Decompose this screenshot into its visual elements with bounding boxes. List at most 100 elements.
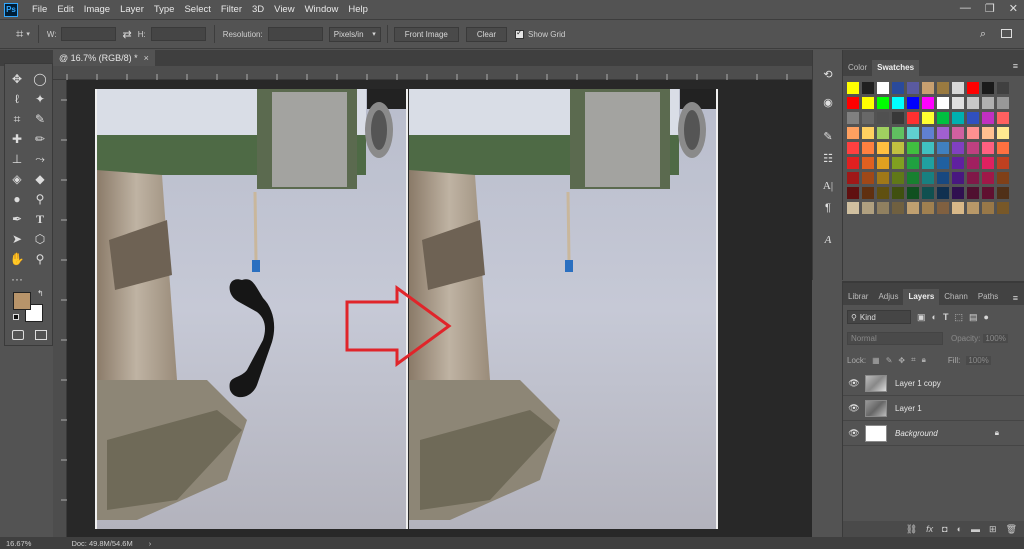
color-swatch[interactable] (982, 82, 994, 94)
eraser-tool-icon[interactable]: ◈ (8, 170, 26, 188)
color-swatch[interactable] (862, 82, 874, 94)
color-swatch[interactable] (862, 97, 874, 109)
menu-window[interactable]: Window (305, 4, 339, 15)
pen-tool-icon[interactable]: ✒ (8, 210, 26, 228)
workspace-icon[interactable] (1001, 29, 1012, 38)
adjustment-layer-icon[interactable]: ◐ (957, 524, 962, 534)
paint-bucket-tool-icon[interactable]: ◆ (31, 170, 49, 188)
color-swatch[interactable] (877, 97, 889, 109)
color-swatch[interactable] (967, 97, 979, 109)
filter-kind-select[interactable]: ⚲ Kind (847, 310, 911, 324)
filter-adjustment-icon[interactable]: ◐ (932, 312, 937, 322)
color-swatch[interactable] (907, 172, 919, 184)
color-swatch[interactable] (907, 202, 919, 214)
more-tools-icon[interactable]: ··· (8, 270, 26, 288)
color-swatch[interactable] (967, 127, 979, 139)
marquee-tool-icon[interactable]: ◯ (31, 70, 49, 88)
filter-toggle-icon[interactable]: ● (983, 312, 988, 322)
fill-value[interactable]: 100% (966, 355, 991, 365)
layers-panel-menu-icon[interactable]: ≡ (1013, 293, 1018, 303)
add-mask-icon[interactable]: ◘ (942, 524, 947, 534)
color-swatch[interactable] (982, 127, 994, 139)
units-select[interactable]: Pixels/in ▾ (328, 26, 381, 42)
color-swatch[interactable] (922, 187, 934, 199)
color-swatch[interactable] (907, 157, 919, 169)
blend-mode-select[interactable]: Normal (847, 331, 943, 345)
tab-color[interactable]: Color (843, 60, 872, 76)
color-swatch[interactable] (847, 187, 859, 199)
zoom-tool-icon[interactable]: ⚲ (31, 250, 49, 268)
search-icon[interactable]: ⌕ (980, 28, 986, 41)
color-swatch[interactable] (922, 97, 934, 109)
color-swatch[interactable] (892, 172, 904, 184)
color-swatch[interactable] (847, 202, 859, 214)
color-swatch[interactable] (982, 202, 994, 214)
menu-filter[interactable]: Filter (221, 4, 242, 15)
color-swatch[interactable] (937, 127, 949, 139)
color-swatch[interactable] (892, 157, 904, 169)
color-swatch[interactable] (952, 112, 964, 124)
filter-smart-object-icon[interactable]: ▤ (969, 312, 978, 323)
color-swatch[interactable] (922, 82, 934, 94)
color-swatch[interactable] (907, 82, 919, 94)
color-swatch[interactable] (937, 157, 949, 169)
menu-image[interactable]: Image (84, 4, 110, 15)
color-swatch[interactable] (847, 82, 859, 94)
color-swatch[interactable] (952, 202, 964, 214)
color-swatch[interactable] (967, 82, 979, 94)
color-swatch[interactable] (937, 172, 949, 184)
tab-paths[interactable]: Paths (973, 289, 1003, 305)
color-swatch[interactable] (907, 187, 919, 199)
swap-dimensions-icon[interactable]: ⇄ (122, 28, 131, 41)
tab-swatches[interactable]: Swatches (872, 60, 920, 76)
foreground-color-swatch[interactable] (13, 292, 31, 310)
color-swatch[interactable] (982, 112, 994, 124)
panel-menu-icon[interactable]: ≡ (1013, 61, 1018, 71)
color-swatch[interactable] (862, 127, 874, 139)
color-swatch[interactable] (922, 112, 934, 124)
color-swatch[interactable] (922, 157, 934, 169)
color-swatch[interactable] (997, 112, 1009, 124)
color-swatch[interactable] (877, 112, 889, 124)
color-swatch[interactable] (982, 142, 994, 154)
move-tool-icon[interactable]: ✥ (8, 70, 26, 88)
eye-icon[interactable]: 👁︎ (843, 403, 865, 414)
color-swatch[interactable] (892, 202, 904, 214)
crop-tool-icon[interactable]: ⌗ (8, 110, 26, 128)
color-swatch[interactable] (997, 202, 1009, 214)
color-swatch[interactable] (952, 172, 964, 184)
color-swatch[interactable] (952, 97, 964, 109)
eye-icon[interactable]: 👁︎ (843, 428, 865, 439)
color-swatch[interactable] (982, 172, 994, 184)
color-swatch[interactable] (937, 202, 949, 214)
brush-tool-icon[interactable]: ✏ (31, 130, 49, 148)
front-image-button[interactable]: Front Image (393, 26, 459, 42)
color-swatch[interactable] (877, 82, 889, 94)
filter-pixel-icon[interactable]: ▣ (917, 312, 926, 323)
color-swatch[interactable] (952, 157, 964, 169)
color-swatch[interactable] (997, 82, 1009, 94)
color-swatch[interactable] (937, 187, 949, 199)
color-swatch[interactable] (937, 142, 949, 154)
color-swatch[interactable] (907, 142, 919, 154)
lasso-tool-icon[interactable]: ℓ (8, 90, 26, 108)
layer-row[interactable]: 👁︎ Background 🔒︎ (843, 421, 1024, 446)
paragraph-panel-icon[interactable]: ¶ (820, 200, 836, 216)
tab-adjustments[interactable]: Adjus (873, 289, 903, 305)
color-swatch[interactable] (967, 187, 979, 199)
color-swatch[interactable] (967, 202, 979, 214)
color-swatch[interactable] (967, 172, 979, 184)
menu-3d[interactable]: 3D (252, 4, 264, 15)
color-swatch[interactable] (862, 142, 874, 154)
ruler-vertical[interactable] (53, 80, 67, 537)
status-chevron-icon[interactable]: › (149, 539, 152, 548)
ruler-horizontal[interactable] (53, 66, 812, 80)
eyedropper-tool-icon[interactable]: ✎ (31, 110, 49, 128)
clear-button[interactable]: Clear (465, 26, 507, 42)
color-swatch[interactable] (907, 97, 919, 109)
color-swatch[interactable] (877, 142, 889, 154)
maximize-button[interactable]: ❐ (985, 2, 995, 15)
lock-artboard-icon[interactable]: ⌗ (911, 355, 916, 365)
layer-name[interactable]: Layer 1 (895, 404, 922, 413)
color-swatch[interactable] (847, 157, 859, 169)
